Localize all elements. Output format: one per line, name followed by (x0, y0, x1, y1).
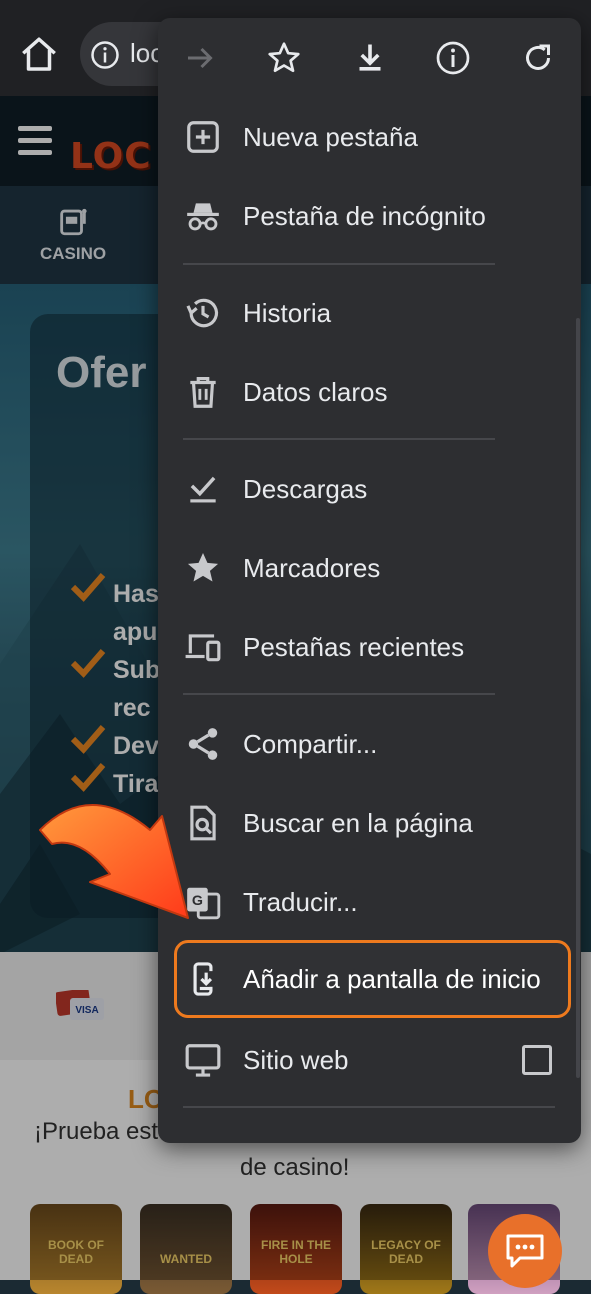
menu-item-add-to-home-screen[interactable]: Añadir a pantalla de inicio (158, 944, 581, 1014)
visa-card-icon: VISA (56, 990, 104, 1020)
check-icon (70, 763, 106, 792)
menu-item-label: Datos claros (243, 377, 388, 407)
promo-text-line-2: de casino! (240, 1154, 350, 1181)
menu-item-label: Pestañas recientes (243, 632, 465, 662)
check-icon (70, 649, 106, 678)
star-icon (187, 552, 219, 582)
game-thumbnail[interactable]: FIRE IN THE HOLE (250, 1204, 342, 1294)
incognito-icon (187, 203, 219, 231)
downloads-icon (190, 476, 216, 503)
menu-divider (183, 438, 495, 440)
visa-text: VISA (75, 1005, 98, 1016)
menu-item-label: Buscar en la página (243, 808, 473, 838)
bullet-text: Has (113, 580, 159, 608)
new-tab-icon (187, 121, 219, 153)
site-logo[interactable]: LOC (70, 136, 152, 177)
menu-item-label: Añadir a pantalla de inicio (243, 964, 541, 994)
info-icon[interactable] (90, 40, 120, 70)
game-thumbnail[interactable]: BOOK OF DEAD (30, 1204, 122, 1294)
forward-arrow-icon[interactable] (182, 40, 218, 76)
bullet-text: rec (113, 694, 151, 722)
add-to-home-icon (193, 962, 213, 996)
game-thumbnail[interactable]: LEGACY OF DEAD (360, 1204, 452, 1294)
chat-button[interactable] (488, 1214, 562, 1288)
home-icon[interactable] (18, 34, 60, 76)
menu-item-label: Descargas (243, 474, 368, 504)
menu-item-clear-data[interactable]: Datos claros (158, 357, 581, 427)
game-title: BOOK OF DEAD (48, 1238, 104, 1266)
menu-item-label: Nueva pestaña (243, 122, 418, 152)
game-title: LEGACY OF DEAD (371, 1238, 441, 1266)
bullet-text: Sub (113, 656, 161, 684)
menu-item-incognito-tab[interactable]: Pestaña de incógnito (158, 181, 581, 251)
menu-item-label: Traducir... (243, 887, 358, 917)
menu-item-label: Sitio web (243, 1045, 349, 1075)
chat-bubble-icon (506, 1234, 544, 1268)
promo-text-line-1: ¡Prueba est (34, 1118, 159, 1145)
menu-divider (183, 263, 495, 265)
reload-icon[interactable] (520, 40, 556, 76)
menu-item-find-in-page[interactable]: Buscar en la página (158, 788, 581, 858)
trash-icon (190, 376, 216, 408)
slot-machine-icon[interactable] (56, 204, 90, 238)
menu-item-label: Marcadores (243, 553, 381, 583)
menu-item-label: Compartir... (243, 729, 378, 759)
browser-overflow-menu: Nueva pestaña Pestaña de incógnito Histo… (158, 18, 581, 1143)
menu-item-recent-tabs[interactable]: Pestañas recientes (158, 612, 581, 682)
menu-item-history[interactable]: Historia (158, 278, 581, 348)
star-icon[interactable] (266, 40, 302, 76)
game-title: WANTED (160, 1252, 212, 1266)
share-icon (188, 728, 218, 760)
menu-item-translate[interactable]: G Traducir... (158, 867, 581, 937)
nav-casino-label[interactable]: CASINO (40, 244, 106, 264)
menu-item-new-tab[interactable]: Nueva pestaña (158, 102, 581, 172)
menu-item-label: Historia (243, 298, 332, 328)
pointer-arrow-annotation (39, 804, 189, 919)
check-icon (70, 725, 106, 754)
game-title: FIRE IN THE HOLE (260, 1238, 331, 1266)
bullet-text: apu (113, 618, 158, 646)
check-icon (70, 573, 106, 602)
menu-item-downloads[interactable]: Descargas (158, 454, 581, 524)
hero-title: Ofer (56, 348, 147, 397)
menu-scrollbar[interactable] (576, 318, 580, 1078)
game-thumbnail[interactable]: WANTED (140, 1204, 232, 1294)
desktop-site-checkbox[interactable] (522, 1045, 552, 1075)
menu-divider (183, 1106, 555, 1108)
menu-item-share[interactable]: Compartir... (158, 709, 581, 779)
menu-item-label: Pestaña de incógnito (243, 201, 486, 231)
bullet-text: Dev (113, 732, 159, 760)
download-icon[interactable] (352, 40, 388, 76)
menu-toolbar (158, 18, 581, 98)
desktop-icon (185, 1044, 221, 1077)
menu-divider (183, 693, 495, 695)
devices-icon (185, 634, 221, 662)
menu-item-desktop-site[interactable]: Sitio web (158, 1025, 581, 1095)
info-icon[interactable] (435, 40, 471, 76)
hamburger-menu-icon[interactable] (18, 126, 52, 156)
history-icon (186, 298, 219, 328)
menu-item-bookmarks[interactable]: Marcadores (158, 533, 581, 603)
